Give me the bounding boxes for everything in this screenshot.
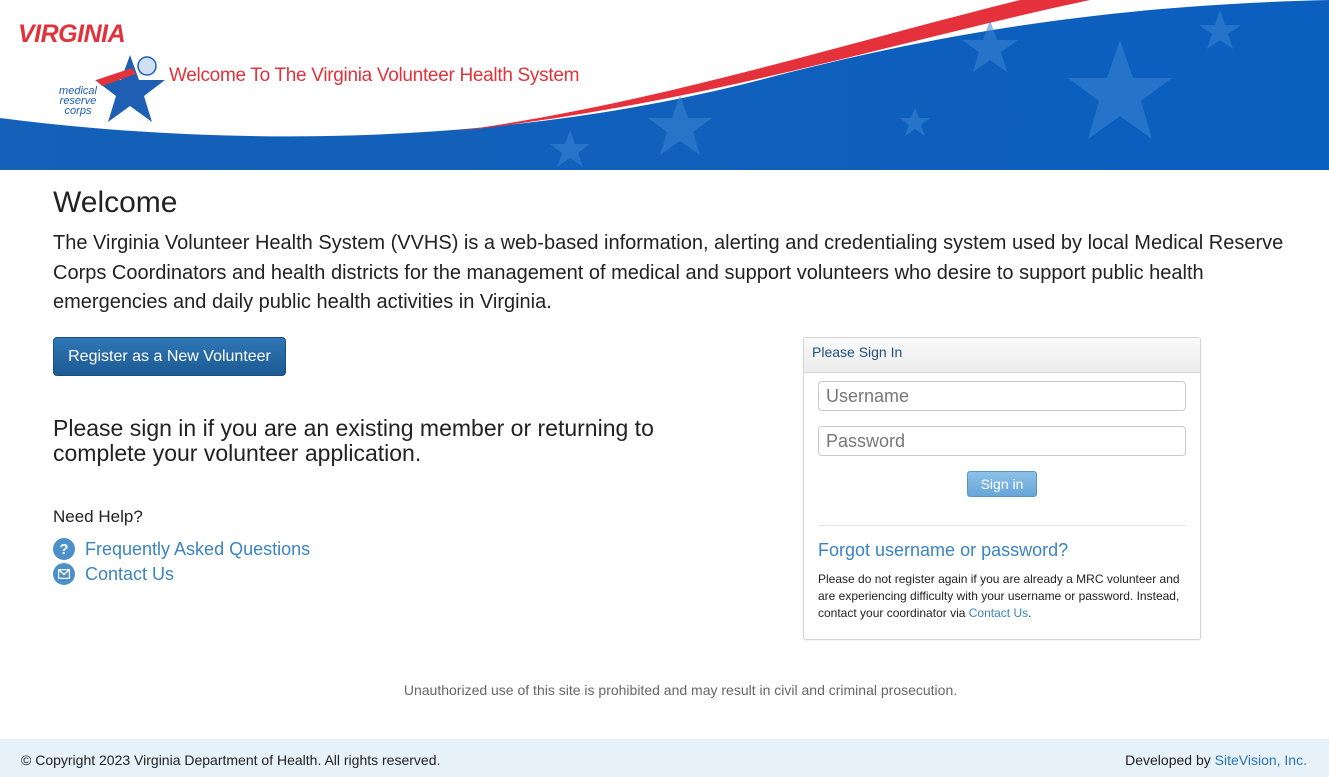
panel-divider xyxy=(818,525,1186,526)
signin-note: Please do not register again if you are … xyxy=(818,571,1190,622)
legal-warning-text: Unauthorized use of this site is prohibi… xyxy=(403,682,958,698)
mrc-logo-line: corps xyxy=(64,105,92,117)
mrc-logo-text: medical reserve corps xyxy=(48,86,108,117)
note-contact-link[interactable]: Contact Us xyxy=(969,606,1028,620)
intro-paragraph: The Virginia Volunteer Health System (VV… xyxy=(53,232,1284,313)
password-input[interactable] xyxy=(818,426,1186,456)
username-input[interactable] xyxy=(818,381,1186,411)
header-banner: VIRGINIA medical reserve corps Welcome T… xyxy=(0,0,1329,170)
signin-note-end: . xyxy=(1028,606,1032,620)
signin-panel: Please Sign In Sign in Forgot username o… xyxy=(803,337,1201,640)
signin-prompt-text: Please sign in if you are an existing me… xyxy=(53,415,654,466)
signin-button[interactable]: Sign in xyxy=(967,471,1037,497)
register-button[interactable]: Register as a New Volunteer xyxy=(53,337,286,376)
forgot-credentials-link[interactable]: Forgot username or password? xyxy=(818,540,1068,561)
envelope-icon xyxy=(53,563,75,585)
signin-panel-heading: Please Sign In xyxy=(804,338,1200,373)
help-heading: Need Help? xyxy=(53,507,143,526)
contact-link[interactable]: Contact Us xyxy=(53,563,174,585)
virginia-logo: VIRGINIA xyxy=(18,20,126,48)
developer-link[interactable]: SiteVision, Inc. xyxy=(1215,752,1307,768)
copyright-text: © Copyright 2023 Virginia Department of … xyxy=(21,752,441,768)
footer: © Copyright 2023 Virginia Department of … xyxy=(0,739,1329,777)
page-title: Welcome xyxy=(53,186,178,219)
question-icon: ? xyxy=(53,538,75,560)
developed-by-label: Developed by xyxy=(1125,752,1211,768)
developer-credit: Developed by SiteVision, Inc. xyxy=(1125,752,1307,768)
faq-link[interactable]: ? Frequently Asked Questions xyxy=(53,538,310,560)
contact-link-label: Contact Us xyxy=(85,563,175,584)
site-title: Welcome To The Virginia Volunteer Health… xyxy=(169,65,580,86)
faq-link-label: Frequently Asked Questions xyxy=(85,538,311,559)
legal-warning: Unauthorized use of this site is prohibi… xyxy=(0,682,1329,698)
